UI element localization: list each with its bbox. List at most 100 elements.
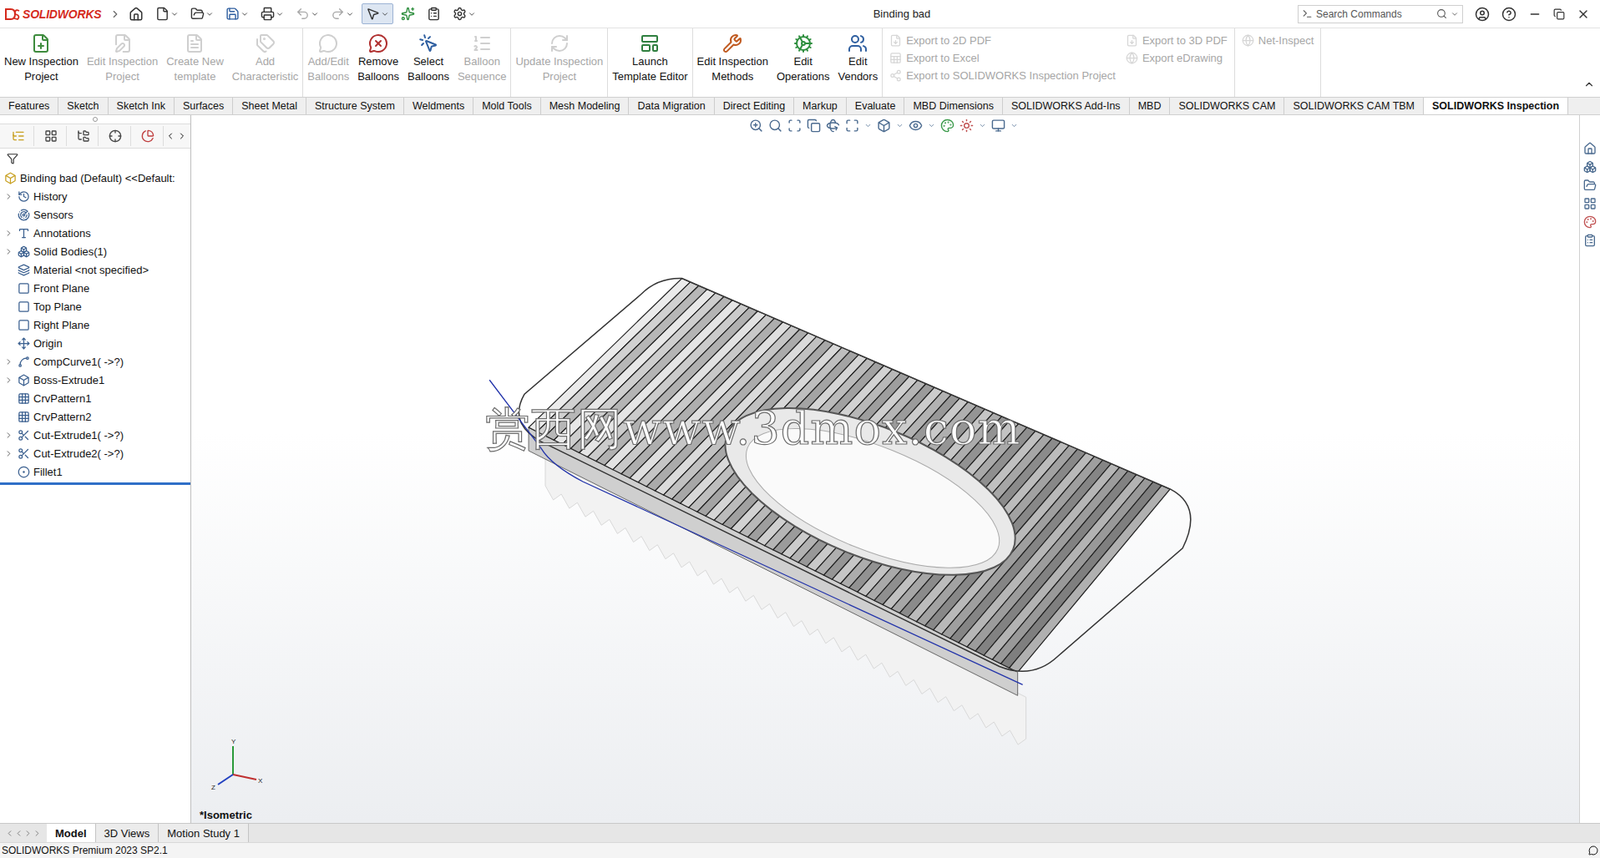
scene-icon[interactable]: [959, 118, 974, 133]
tree-filter[interactable]: [0, 148, 191, 169]
command-tab[interactable]: SOLIDWORKS Inspection: [1423, 97, 1569, 115]
ribbon-button[interactable]: EditOperations: [772, 31, 835, 86]
feature-tree-tab[interactable]: [3, 126, 35, 147]
expand-icon[interactable]: [4, 375, 14, 385]
tree-root[interactable]: Binding bad (Default) <<Default:: [3, 168, 191, 188]
ribbon-button[interactable]: Update InspectionProject: [511, 31, 608, 86]
export-item[interactable]: Export to SOLIDWORKS Inspection Project: [889, 66, 1116, 85]
redo-button[interactable]: [326, 3, 359, 25]
zoom-area-icon[interactable]: [768, 118, 783, 133]
scroll-left-icon[interactable]: [165, 131, 176, 142]
triad-icon[interactable]: YXZ: [209, 736, 269, 795]
scroll-right-icon[interactable]: [177, 131, 188, 142]
ribbon-button[interactable]: Edit InspectionProject: [82, 31, 163, 86]
file-explorer-icon[interactable]: [1583, 178, 1597, 193]
first-icon[interactable]: [5, 829, 15, 839]
appearances-icon[interactable]: [1583, 215, 1597, 229]
last-icon[interactable]: [32, 829, 42, 839]
prev-icon[interactable]: [14, 829, 24, 839]
display-tab[interactable]: [132, 126, 164, 147]
notification-icon[interactable]: [1588, 845, 1599, 856]
appearance-icon[interactable]: [940, 118, 955, 133]
command-tab[interactable]: SOLIDWORKS CAM: [1169, 97, 1285, 115]
hide-show-icon[interactable]: [908, 118, 923, 133]
tree-item[interactable]: Origin: [3, 334, 191, 353]
custom-properties-icon[interactable]: [1583, 233, 1597, 248]
command-tab[interactable]: Mold Tools: [473, 97, 542, 115]
print-button[interactable]: [256, 3, 289, 25]
expand-icon[interactable]: [4, 357, 14, 367]
tree-item[interactable]: Material <not specified>: [3, 260, 191, 279]
command-tab[interactable]: Structure System: [306, 97, 405, 115]
tree-item[interactable]: CrvPattern1: [3, 389, 191, 408]
previous-view-icon[interactable]: [787, 118, 802, 133]
command-tab[interactable]: Features: [0, 97, 59, 115]
command-tab[interactable]: SOLIDWORKS CAM TBM: [1284, 97, 1424, 115]
ribbon-button[interactable]: Create Newtemplate: [162, 31, 228, 86]
dimxpert-tab[interactable]: [100, 126, 132, 147]
open-button[interactable]: [186, 3, 218, 25]
user-icon[interactable]: [1474, 6, 1490, 22]
view-settings-icon[interactable]: [991, 118, 1006, 133]
ribbon-button[interactable]: AddCharacteristic: [227, 31, 303, 86]
configuration-tab[interactable]: [68, 126, 100, 147]
command-tab[interactable]: MBD: [1129, 97, 1171, 115]
command-tab[interactable]: Weldments: [404, 97, 474, 115]
command-tab[interactable]: Sheet Metal: [232, 97, 307, 115]
tree-item[interactable]: Cut-Extrude2( ->?): [3, 444, 191, 463]
tree-item[interactable]: Top Plane: [3, 297, 191, 316]
tree-item[interactable]: History: [3, 187, 191, 206]
command-tab[interactable]: Surfaces: [174, 97, 233, 115]
help-icon[interactable]: [1501, 6, 1517, 22]
search-icon[interactable]: [1436, 8, 1448, 20]
export-item[interactable]: Export eDrawing: [1125, 49, 1228, 67]
tree-item[interactable]: Solid Bodies(1): [3, 242, 191, 261]
model-tab[interactable]: Model: [46, 824, 97, 843]
tree-item[interactable]: Right Plane: [3, 315, 191, 335]
search-dropdown-icon[interactable]: [1450, 10, 1459, 19]
ribbon-button[interactable]: Add/EditBalloons: [303, 31, 354, 86]
part-model[interactable]: [191, 115, 1580, 824]
design-library-icon[interactable]: [1583, 160, 1597, 174]
command-tab[interactable]: Mesh Modeling: [541, 97, 630, 115]
ribbon-button[interactable]: EditVendors: [833, 31, 882, 86]
display-style-icon[interactable]: [876, 118, 892, 133]
next-icon[interactable]: [23, 829, 33, 839]
expand-icon[interactable]: [4, 192, 14, 202]
search-commands[interactable]: Search Commands: [1297, 5, 1464, 24]
select-button[interactable]: [361, 3, 394, 25]
export-item[interactable]: Export to 2D PDF: [889, 31, 1116, 50]
collapse-ribbon[interactable]: [1583, 78, 1595, 94]
property-tab[interactable]: [35, 126, 67, 147]
undo-button[interactable]: [291, 3, 324, 25]
command-tab[interactable]: Sketch: [58, 97, 108, 115]
command-tab[interactable]: Evaluate: [846, 97, 906, 115]
options-button[interactable]: [448, 3, 481, 25]
expand-icon[interactable]: [4, 247, 14, 257]
net-inspect-item[interactable]: Net-Inspect: [1241, 31, 1314, 50]
rollback-bar[interactable]: [0, 482, 191, 486]
ribbon-button[interactable]: New InspectionProject: [0, 31, 83, 86]
ribbon-button[interactable]: SelectBalloons: [403, 31, 454, 86]
view-orientation-icon[interactable]: [845, 118, 860, 133]
tree-item[interactable]: Sensors: [3, 205, 191, 224]
zoom-fit-icon[interactable]: [749, 118, 764, 133]
app-logo[interactable]: SOLIDWORKS: [5, 7, 107, 21]
panel-grip[interactable]: [0, 115, 191, 124]
resources-icon[interactable]: [1583, 141, 1597, 156]
tree-item[interactable]: Annotations: [3, 223, 191, 243]
model-tab[interactable]: 3D Views: [96, 824, 160, 843]
minimize-icon[interactable]: [1528, 7, 1542, 21]
tree-item[interactable]: Cut-Extrude1( ->?): [3, 425, 191, 445]
tree-item[interactable]: Front Plane: [3, 278, 191, 298]
command-tab[interactable]: Data Migration: [628, 97, 714, 115]
export-item[interactable]: Export to Excel: [889, 49, 1116, 67]
command-tab[interactable]: SOLIDWORKS Add-Ins: [1002, 97, 1130, 115]
model-tab[interactable]: Motion Study 1: [158, 824, 249, 843]
ribbon-button[interactable]: RemoveBalloons: [353, 31, 404, 86]
command-tab[interactable]: Sketch Ink: [108, 97, 175, 115]
new-button[interactable]: [151, 3, 183, 25]
expand-icon[interactable]: [4, 449, 14, 459]
file-properties-button[interactable]: [422, 3, 446, 25]
graphics-area[interactable]: 赏西网www.3dmox.comYXZ*Isometric: [191, 115, 1580, 824]
